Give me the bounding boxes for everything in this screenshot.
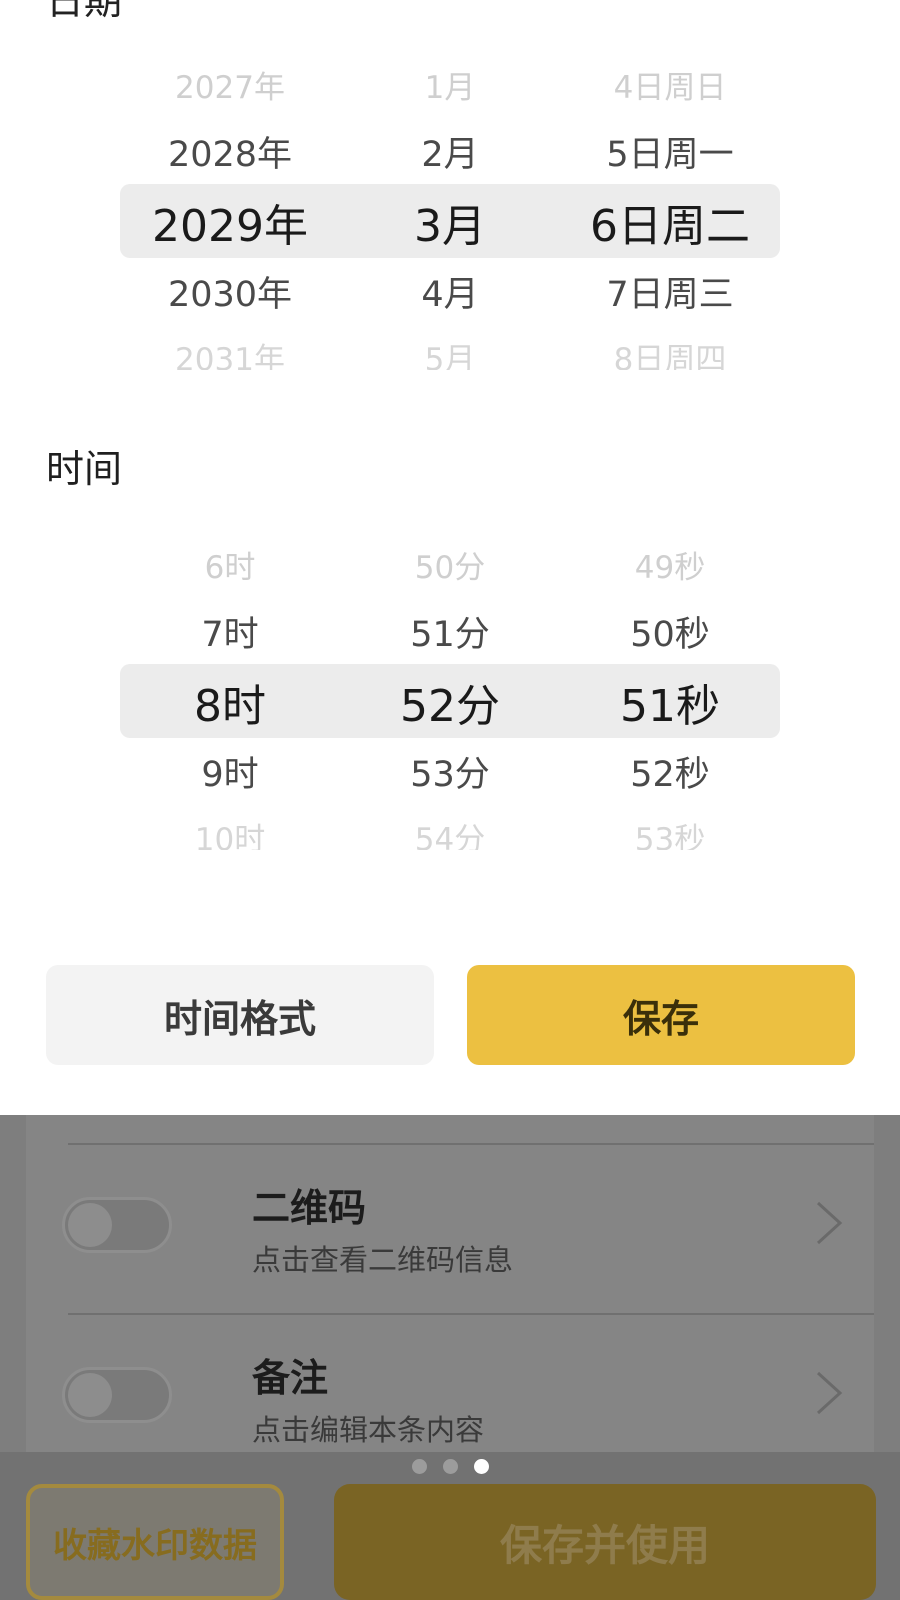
second-option[interactable]: 53秒	[560, 814, 780, 850]
minute-option[interactable]: 50分	[340, 542, 560, 587]
second-option[interactable]: 52秒	[560, 746, 780, 797]
year-option[interactable]: 2027年	[120, 62, 340, 107]
day-column[interactable]: 4日周日 5日周一 6日周二 7日周三 8日周四	[560, 50, 780, 390]
day-option[interactable]: 8日周四	[560, 334, 780, 370]
date-wheel: 2027年 2028年 2029年 2030年 2031年 1月 2月 3月 4…	[0, 50, 900, 390]
minute-option[interactable]: 53分	[340, 746, 560, 797]
second-option-selected[interactable]: 51秒	[560, 670, 780, 734]
second-option[interactable]: 49秒	[560, 542, 780, 587]
toggle-knob	[68, 1373, 112, 1417]
day-option[interactable]: 7日周三	[560, 266, 780, 317]
setting-row-qrcode[interactable]: 二维码 点击查看二维码信息	[0, 1175, 900, 1295]
day-option[interactable]: 4日周日	[560, 62, 780, 107]
month-option[interactable]: 4月	[340, 266, 560, 317]
toggle-knob	[68, 1203, 112, 1247]
month-column[interactable]: 1月 2月 3月 4月 5月	[340, 50, 560, 390]
divider	[68, 1143, 874, 1145]
year-option[interactable]: 2030年	[120, 266, 340, 317]
time-wheel: 6时 7时 8时 9时 10时 50分 51分 52分 53分 54分 49秒 …	[0, 530, 900, 870]
month-option[interactable]: 5月	[340, 334, 560, 370]
chevron-right-icon[interactable]	[810, 1195, 850, 1251]
day-option[interactable]: 5日周一	[560, 126, 780, 177]
year-option[interactable]: 2031年	[120, 334, 340, 370]
page-dot[interactable]	[442, 1459, 458, 1474]
year-option-selected[interactable]: 2029年	[120, 190, 340, 254]
year-column[interactable]: 2027年 2028年 2029年 2030年 2031年	[120, 50, 340, 390]
year-option[interactable]: 2028年	[120, 126, 340, 177]
hour-option[interactable]: 6时	[120, 542, 340, 587]
datetime-picker-sheet: 日期 2027年 2028年 2029年 2030年 2031年 1月 2月 3…	[0, 0, 900, 1115]
minute-column[interactable]: 50分 51分 52分 53分 54分	[340, 530, 560, 870]
setting-subtitle: 点击查看二维码信息	[252, 1243, 514, 1277]
hour-option[interactable]: 9时	[120, 746, 340, 797]
save-button[interactable]: 保存	[467, 965, 855, 1065]
minute-option-selected[interactable]: 52分	[340, 670, 560, 734]
note-toggle[interactable]	[62, 1367, 172, 1423]
second-option[interactable]: 50秒	[560, 606, 780, 657]
page-indicator	[0, 1459, 900, 1479]
save-and-use-button[interactable]: 保存并使用	[334, 1484, 876, 1600]
time-section-title: 时间	[46, 447, 123, 491]
minute-option[interactable]: 54分	[340, 814, 560, 850]
time-format-button[interactable]: 时间格式	[46, 965, 434, 1065]
collect-watermark-button[interactable]: 收藏水印数据	[26, 1484, 284, 1600]
setting-title: 二维码	[252, 1186, 367, 1230]
page-dot-active[interactable]	[473, 1459, 489, 1474]
setting-row-note[interactable]: 备注 点击编辑本条内容	[0, 1345, 900, 1465]
setting-title: 备注	[252, 1356, 329, 1400]
second-column[interactable]: 49秒 50秒 51秒 52秒 53秒	[560, 530, 780, 870]
hour-option-selected[interactable]: 8时	[120, 670, 340, 734]
setting-subtitle: 点击编辑本条内容	[252, 1413, 485, 1447]
day-option-selected[interactable]: 6日周二	[560, 190, 780, 254]
hour-option[interactable]: 10时	[120, 814, 340, 850]
qrcode-toggle[interactable]	[62, 1197, 172, 1253]
minute-option[interactable]: 51分	[340, 606, 560, 657]
month-option-selected[interactable]: 3月	[340, 190, 560, 254]
page-dot[interactable]	[411, 1459, 427, 1474]
hour-column[interactable]: 6时 7时 8时 9时 10时	[120, 530, 340, 870]
chevron-right-icon[interactable]	[810, 1365, 850, 1421]
divider	[68, 1313, 874, 1315]
month-option[interactable]: 2月	[340, 126, 560, 177]
hour-option[interactable]: 7时	[120, 606, 340, 657]
date-section-title: 日期	[46, 0, 123, 23]
month-option[interactable]: 1月	[340, 62, 560, 107]
